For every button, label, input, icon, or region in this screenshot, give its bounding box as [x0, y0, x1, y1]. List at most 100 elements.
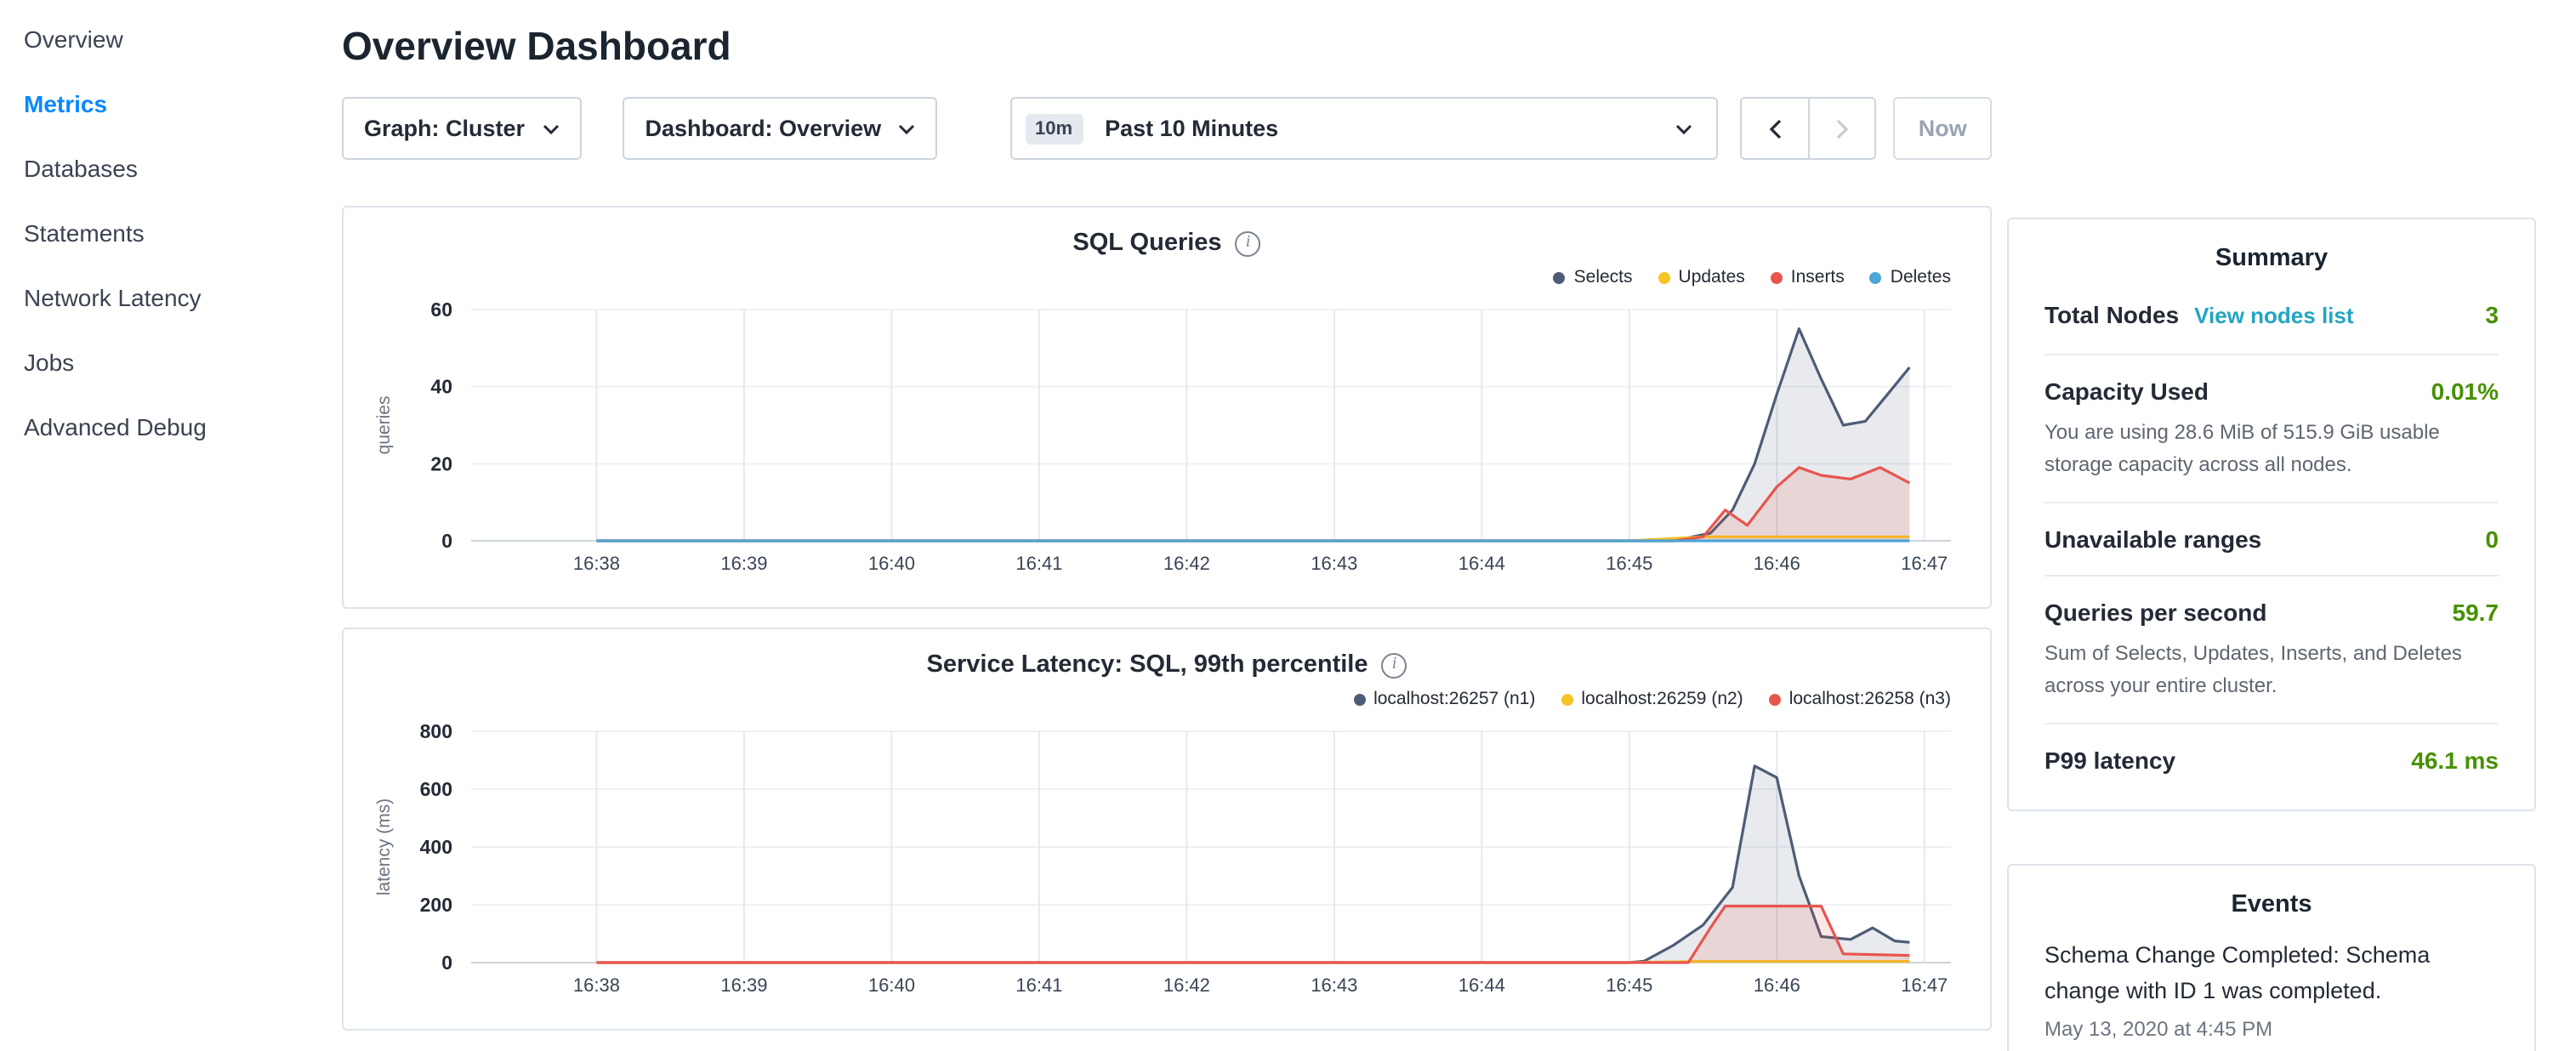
legend-label: localhost:26259 (n2) — [1581, 689, 1743, 709]
svg-text:16:42: 16:42 — [1163, 553, 1210, 574]
legend-item[interactable]: localhost:26258 (n3) — [1769, 687, 1951, 711]
sql-queries-chart[interactable]: 020406016:3816:3916:4016:4116:4216:4316:… — [362, 293, 1971, 585]
chevron-down-icon — [1675, 123, 1692, 134]
capacity-used-label: Capacity Used — [2044, 378, 2209, 405]
svg-text:40: 40 — [430, 376, 452, 398]
time-pager — [1740, 97, 1876, 160]
summary-row-capacity-used: Capacity Used 0.01% You are using 28.6 M… — [2044, 354, 2499, 502]
svg-text:16:45: 16:45 — [1606, 974, 1652, 996]
queries-per-second-value: 59.7 — [2453, 599, 2499, 626]
svg-text:60: 60 — [430, 298, 452, 321]
events-title: Events — [2044, 892, 2499, 919]
info-icon[interactable]: i — [1382, 652, 1407, 678]
svg-text:16:41: 16:41 — [1015, 974, 1062, 996]
legend-item[interactable]: Deletes — [1870, 265, 1951, 289]
chart-legend: Selects Updates Inserts Deletes — [362, 265, 1951, 289]
svg-text:16:42: 16:42 — [1163, 974, 1210, 996]
svg-text:16:43: 16:43 — [1311, 974, 1357, 996]
svg-text:16:39: 16:39 — [720, 974, 767, 996]
summary-title: Summary — [2044, 245, 2499, 272]
graph-dropdown[interactable]: Graph: Cluster — [342, 97, 583, 160]
svg-text:0: 0 — [441, 530, 452, 552]
dashboard-dropdown-label: Dashboard: Overview — [645, 116, 882, 141]
total-nodes-value: 3 — [2485, 301, 2499, 328]
svg-text:16:47: 16:47 — [1901, 553, 1948, 574]
sidebar-item-jobs[interactable]: Jobs — [0, 330, 333, 395]
sidebar-item-advanced-debug[interactable]: Advanced Debug — [0, 395, 333, 459]
legend-dot-icon — [1554, 271, 1566, 283]
svg-text:16:45: 16:45 — [1606, 553, 1652, 574]
chevron-down-icon — [543, 123, 560, 134]
chart-legend: localhost:26257 (n1) localhost:26259 (n2)… — [362, 687, 1951, 711]
svg-text:16:38: 16:38 — [573, 553, 620, 574]
total-nodes-label: Total Nodes — [2044, 301, 2179, 328]
chevron-down-icon — [897, 123, 914, 134]
summary-row-p99-latency: P99 latency 46.1 ms — [2044, 724, 2499, 797]
app-window: Overview Metrics Databases Statements Ne… — [0, 0, 2576, 1051]
summary-panel: Summary Total Nodes View nodes list 3 Cap… — [2007, 218, 2536, 812]
legend-item[interactable]: Inserts — [1771, 265, 1845, 289]
capacity-used-value: 0.01% — [2431, 378, 2499, 405]
svg-text:queries: queries — [374, 396, 394, 455]
main-content: Overview Dashboard Graph: Cluster Dashbo… — [342, 0, 1992, 1031]
sidebar-item-statements[interactable]: Statements — [0, 201, 333, 265]
events-panel: Events Schema Change Completed: Schema c… — [2007, 865, 2536, 1051]
sidebar-item-metrics[interactable]: Metrics — [0, 71, 333, 136]
legend-dot-icon — [1561, 693, 1572, 705]
legend-label: localhost:26258 (n3) — [1789, 689, 1951, 709]
sidebar-item-overview[interactable]: Overview — [0, 7, 333, 71]
p99-latency-label: P99 latency — [2044, 747, 2175, 775]
svg-text:400: 400 — [420, 836, 452, 858]
legend-label: Selects — [1574, 267, 1633, 287]
legend-label: localhost:26257 (n1) — [1373, 689, 1535, 709]
event-timestamp: May 13, 2020 at 4:45 PM — [2044, 1017, 2499, 1041]
legend-dot-icon — [1771, 271, 1783, 283]
svg-text:0: 0 — [441, 952, 452, 974]
svg-text:800: 800 — [420, 720, 452, 742]
time-range-label: Past 10 Minutes — [1105, 116, 1675, 141]
right-column: Summary Total Nodes View nodes list 3 Cap… — [2007, 218, 2536, 1051]
unavailable-ranges-label: Unavailable ranges — [2044, 526, 2261, 553]
time-prev-button[interactable] — [1742, 99, 1808, 158]
view-nodes-list-link[interactable]: View nodes list — [2194, 303, 2353, 328]
legend-label: Inserts — [1791, 267, 1845, 287]
legend-item[interactable]: localhost:26257 (n1) — [1353, 687, 1535, 711]
time-next-button[interactable] — [1808, 99, 1874, 158]
sidebar: Overview Metrics Databases Statements Ne… — [0, 7, 333, 459]
info-icon[interactable]: i — [1236, 230, 1261, 256]
svg-text:latency (ms): latency (ms) — [374, 798, 394, 895]
svg-text:16:47: 16:47 — [1901, 974, 1948, 996]
unavailable-ranges-value: 0 — [2485, 526, 2499, 553]
event-item[interactable]: Schema Change Completed: Schema change w… — [2044, 940, 2499, 1041]
svg-text:16:41: 16:41 — [1015, 553, 1062, 574]
time-range-picker[interactable]: 10m Past 10 Minutes — [1009, 97, 1718, 160]
now-button[interactable]: Now — [1894, 97, 1992, 160]
legend-item[interactable]: Updates — [1658, 265, 1745, 289]
chevron-left-icon — [1768, 118, 1782, 139]
dashboard-dropdown[interactable]: Dashboard: Overview — [623, 97, 936, 160]
legend-label: Deletes — [1891, 267, 1951, 287]
legend-item[interactable]: Selects — [1554, 265, 1633, 289]
legend-dot-icon — [1870, 271, 1882, 283]
summary-row-total-nodes: Total Nodes View nodes list 3 — [2044, 279, 2499, 354]
svg-text:16:46: 16:46 — [1754, 974, 1800, 996]
summary-row-queries-per-second: Queries per second 59.7 Sum of Selects, … — [2044, 575, 2499, 723]
queries-per-second-description: Sum of Selects, Updates, Inserts, and De… — [2044, 638, 2499, 701]
legend-dot-icon — [1769, 693, 1781, 705]
sql-queries-chart-card: SQL Queries i SelectsUpdatesInsertsDelet… — [342, 206, 1992, 609]
sidebar-item-databases[interactable]: Databases — [0, 136, 333, 201]
legend-dot-icon — [1658, 271, 1670, 283]
svg-text:20: 20 — [430, 452, 452, 474]
svg-text:16:43: 16:43 — [1311, 553, 1357, 574]
toolbar: Graph: Cluster Dashboard: Overview 10m P… — [342, 97, 1992, 160]
svg-text:16:44: 16:44 — [1459, 974, 1505, 996]
legend-dot-icon — [1353, 693, 1365, 705]
legend-item[interactable]: localhost:26259 (n2) — [1561, 687, 1743, 711]
svg-text:600: 600 — [420, 778, 452, 800]
svg-text:16:46: 16:46 — [1754, 553, 1800, 574]
svg-text:200: 200 — [420, 894, 452, 916]
svg-text:16:39: 16:39 — [720, 553, 767, 574]
service-latency-chart[interactable]: 020040060080016:3816:3916:4016:4116:4216… — [362, 714, 1971, 1007]
graph-dropdown-label: Graph: Cluster — [364, 116, 525, 141]
sidebar-item-network-latency[interactable]: Network Latency — [0, 265, 333, 330]
